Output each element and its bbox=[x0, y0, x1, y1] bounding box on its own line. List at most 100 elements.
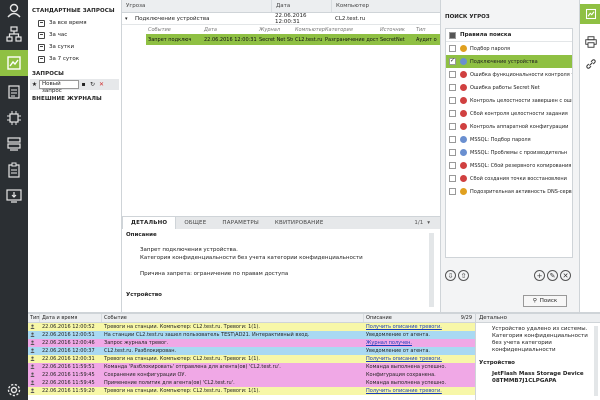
query-week[interactable]: За 7 суток bbox=[28, 53, 121, 65]
select-all-checkbox[interactable] bbox=[449, 31, 456, 39]
col-type[interactable]: Тип bbox=[28, 314, 40, 322]
rule-checkbox[interactable] bbox=[449, 110, 456, 117]
col-computer[interactable]: Компьютер bbox=[332, 0, 440, 12]
rule-checkbox[interactable] bbox=[449, 188, 456, 195]
journal-icon[interactable] bbox=[580, 4, 600, 24]
user-icon[interactable] bbox=[4, 0, 24, 20]
refresh-icon[interactable]: ↻ bbox=[88, 81, 97, 88]
log-event: CL2.test.ru. Разблокирован. bbox=[104, 348, 177, 354]
new-query-row[interactable]: ★ Новый запрос ▪ ↻ ✕ bbox=[30, 79, 119, 94]
col-datetime[interactable]: Дата и время bbox=[40, 314, 102, 322]
rule-item[interactable]: Ошибка работы Secret Net bbox=[446, 81, 572, 94]
col-date[interactable]: Дата bbox=[272, 0, 332, 12]
chevron-down-icon[interactable]: ▾ bbox=[427, 220, 430, 226]
col-threat[interactable]: Угроза bbox=[122, 0, 272, 12]
col-event[interactable]: Событие bbox=[102, 314, 364, 322]
rule-checkbox[interactable] bbox=[449, 136, 456, 143]
export-icon[interactable]: ⇧ bbox=[458, 270, 469, 281]
rule-checkbox[interactable] bbox=[449, 123, 456, 130]
standard-queries-header: СТАНДАРТНЫЕ ЗАПРОСЫ bbox=[32, 8, 115, 14]
query-day[interactable]: За сутки bbox=[28, 41, 121, 53]
col-description[interactable]: Описание 9/29 bbox=[364, 314, 475, 322]
query-hour[interactable]: За час bbox=[28, 29, 121, 41]
rule-type-icon bbox=[460, 175, 467, 182]
tab-parameters[interactable]: ПАРАМЕТРЫ bbox=[214, 217, 267, 229]
rules-header[interactable]: Правила поиска bbox=[446, 29, 572, 42]
rule-item[interactable]: Контроль целостности завершен с оши bbox=[446, 94, 572, 107]
tab-acknowledge[interactable]: КВИТИРОВАНИЕ bbox=[267, 217, 332, 229]
rule-item[interactable]: Сбой создания точки восстановлени bbox=[446, 172, 572, 185]
clipboard-icon[interactable] bbox=[4, 160, 24, 180]
journal-icon[interactable] bbox=[0, 50, 28, 76]
queries-header: ЗАПРОСЫ bbox=[32, 71, 64, 77]
rule-checkbox[interactable] bbox=[449, 45, 456, 52]
new-query-input[interactable]: Новый запрос bbox=[39, 80, 79, 94]
rule-item[interactable]: Ошибка функциональности контроля т bbox=[446, 68, 572, 81]
query-all-time[interactable]: За все время bbox=[28, 17, 121, 29]
rule-checkbox[interactable] bbox=[449, 175, 456, 182]
rule-item[interactable]: Подозрительная активность DNS-серв bbox=[446, 185, 572, 198]
main-nav bbox=[0, 0, 28, 400]
rule-type-icon bbox=[460, 110, 467, 117]
rule-item[interactable]: Подключение устройства bbox=[446, 55, 572, 68]
log-description: Уведомление от агента. bbox=[366, 332, 430, 338]
rule-item[interactable]: Сбой контроля целостности задания bbox=[446, 107, 572, 120]
log-row[interactable]: 22.06.2016 12:00:51 На станции CL2.test.r… bbox=[28, 331, 475, 339]
selected-event-row[interactable]: Запрет подключ 22.06.2016 12:00:31 Secre… bbox=[146, 34, 440, 45]
rule-item[interactable]: MSSQL: Сбой резервного копирования bbox=[446, 159, 572, 172]
rule-item[interactable]: Подбор пароля bbox=[446, 42, 572, 55]
log-row[interactable]: 22.06.2016 12:00:37 CL2.test.ru. Разблоки… bbox=[28, 347, 475, 355]
monitor-download-icon[interactable] bbox=[4, 186, 24, 206]
log-description-link[interactable]: Получить описание тревоги. bbox=[364, 388, 475, 394]
log-row[interactable]: 22.06.2016 12:00:52 Тревоги на станции. К… bbox=[28, 323, 475, 331]
threat-group-row[interactable]: ▾ Подключение устройства 22.06.2016 12:0… bbox=[122, 13, 440, 25]
log-description-link[interactable]: Получить описание тревоги. bbox=[364, 324, 475, 330]
log-row[interactable]: 22.06.2016 11:59:45 Применение политик дл… bbox=[28, 379, 475, 387]
server-icon[interactable] bbox=[4, 134, 24, 154]
log-header: Тип Дата и время Событие Описание 9/29 bbox=[28, 314, 475, 323]
log-description-link[interactable]: Журнал получен. bbox=[364, 340, 475, 346]
rule-item[interactable]: Контроль аппаратной конфигурации bbox=[446, 120, 572, 133]
log-row[interactable]: 22.06.2016 12:00:31 Тревоги на станции. К… bbox=[28, 355, 475, 363]
log-row[interactable]: 22.06.2016 11:59:51 Команда 'Разблокирова… bbox=[28, 363, 475, 371]
tab-general[interactable]: ОБЩЕЕ bbox=[176, 217, 214, 229]
rule-label: MSSQL: Проблемы с производительн bbox=[470, 149, 568, 156]
rule-checkbox[interactable] bbox=[449, 84, 456, 91]
rule-item[interactable]: MSSQL: Проблемы с производительн bbox=[446, 146, 572, 159]
star-icon[interactable]: ★ bbox=[30, 81, 39, 88]
search-icon: ⚲ bbox=[532, 298, 537, 304]
document-icon[interactable] bbox=[4, 82, 24, 102]
detail-scrollbar[interactable] bbox=[594, 326, 598, 396]
rule-checkbox[interactable] bbox=[449, 162, 456, 169]
rule-label: Сбой создания точки восстановлени bbox=[470, 175, 567, 182]
description-line: Категория конфиденциальности без учета к… bbox=[140, 255, 363, 261]
delete-icon[interactable]: ✕ bbox=[560, 270, 571, 281]
link-icon[interactable] bbox=[583, 56, 598, 71]
log-row[interactable]: 22.06.2016 11:59:45 Сохранение конфигурац… bbox=[28, 371, 475, 379]
rule-type-icon bbox=[460, 188, 467, 195]
rule-checkbox[interactable] bbox=[449, 97, 456, 104]
log-row[interactable]: 22.06.2016 11:59:20 Тревоги на станции. К… bbox=[28, 387, 475, 395]
import-icon[interactable]: ⇩ bbox=[445, 270, 456, 281]
add-icon[interactable]: + bbox=[534, 270, 545, 281]
description-scrollbar[interactable] bbox=[429, 233, 434, 307]
chip-icon[interactable] bbox=[4, 108, 24, 128]
rule-item[interactable]: MSSQL: Подбор пароля bbox=[446, 133, 572, 146]
save-icon[interactable]: ▪ bbox=[79, 81, 88, 88]
gear-icon[interactable] bbox=[4, 380, 24, 400]
log-description-link[interactable]: Получить описание тревоги. bbox=[364, 356, 475, 362]
log-row[interactable]: 22.06.2016 12:00:46 Запрос журнала тревог… bbox=[28, 339, 475, 347]
threat-search-title: ПОИСК УГРОЗ bbox=[445, 14, 490, 20]
rule-checkbox[interactable] bbox=[449, 71, 456, 78]
tab-details[interactable]: ДЕТАЛЬНО bbox=[122, 217, 177, 229]
person-icon bbox=[28, 371, 40, 379]
edit-icon[interactable]: ✎ bbox=[547, 270, 558, 281]
queries-panel: СТАНДАРТНЫЕ ЗАПРОСЫ За все время За час … bbox=[28, 0, 122, 312]
rule-checkbox[interactable] bbox=[449, 149, 456, 156]
delete-icon[interactable]: ✕ bbox=[97, 81, 106, 88]
search-button[interactable]: ⚲ Поиск bbox=[523, 295, 567, 307]
collapse-icon[interactable]: ▾ bbox=[122, 16, 132, 22]
rule-checkbox[interactable] bbox=[449, 57, 456, 65]
printer-icon[interactable] bbox=[583, 34, 598, 49]
network-icon[interactable] bbox=[4, 24, 24, 44]
